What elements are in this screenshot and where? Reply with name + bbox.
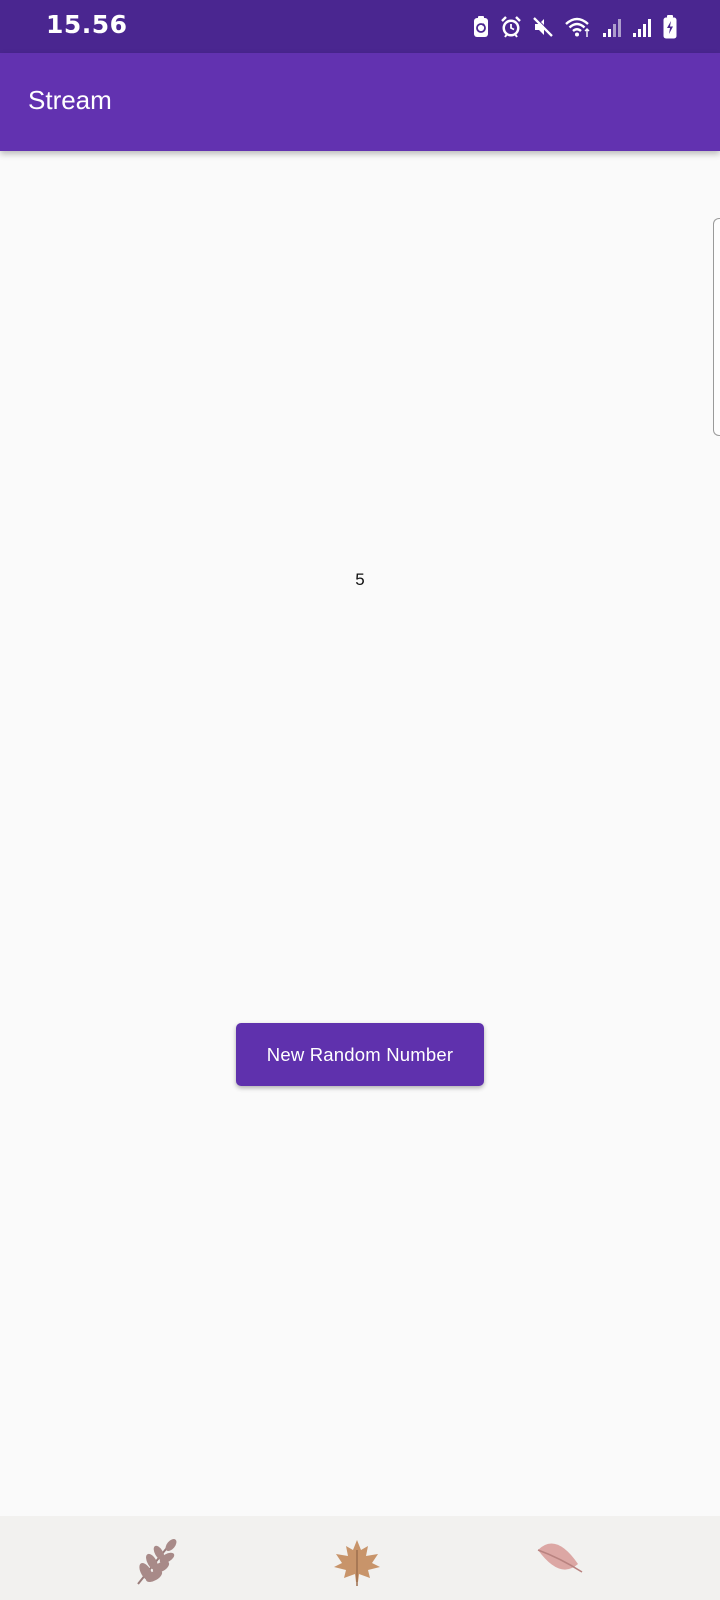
status-bar: 15.56 bbox=[0, 0, 720, 53]
app-bar: Stream bbox=[0, 53, 720, 151]
maple-leaf-icon bbox=[330, 1536, 384, 1595]
wifi-icon bbox=[564, 15, 592, 39]
random-number-text: 5 bbox=[355, 570, 365, 589]
status-time: 15.56 bbox=[46, 10, 128, 39]
signal-icon bbox=[632, 15, 652, 39]
alarm-icon bbox=[500, 15, 522, 39]
fern-leaf-icon bbox=[130, 1536, 182, 1593]
bottom-decoration-strip bbox=[0, 1516, 720, 1600]
status-icons bbox=[472, 13, 678, 41]
app-title: Stream bbox=[28, 85, 112, 115]
mute-icon bbox=[532, 15, 554, 39]
new-random-number-button[interactable]: New Random Number bbox=[236, 1023, 484, 1086]
sync-icon bbox=[472, 15, 490, 39]
leaf-icon bbox=[534, 1536, 586, 1585]
battery-charging-icon bbox=[662, 14, 678, 40]
signal-icon bbox=[602, 15, 622, 39]
edge-panel-handle[interactable] bbox=[713, 218, 720, 436]
app-screen: 15.56 Stream 5 New Random Number bbox=[0, 0, 720, 1600]
